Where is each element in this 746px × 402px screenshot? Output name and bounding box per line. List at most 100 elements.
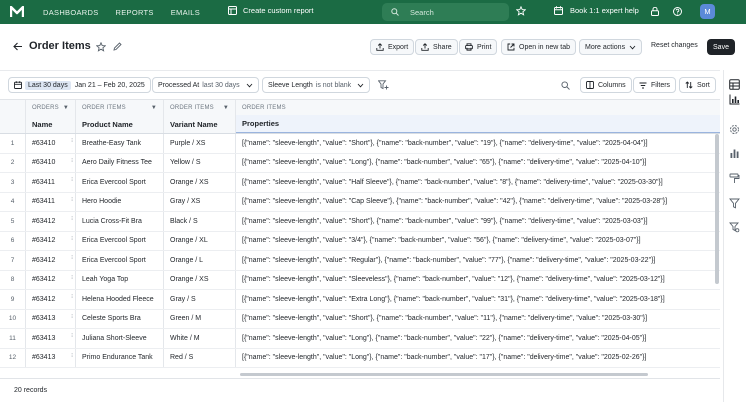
edit-pencil-icon[interactable] [113,42,122,53]
row-drilldown-icon[interactable]: ⁝ [71,157,73,164]
cell-order-name[interactable]: #63413 ⁝ [26,329,76,348]
row-drilldown-icon[interactable]: ⁝ [71,235,73,242]
cell-product-name[interactable]: Primo Endurance Tank [76,348,164,367]
cell-product-name[interactable]: Erica Evercool Sport [76,231,164,250]
cell-properties[interactable]: [{"name": "sleeve-length", "value": "Sho… [236,310,720,329]
cell-product-name[interactable]: Lucia Cross-Fit Bra [76,212,164,231]
favorites-star-icon[interactable] [515,5,527,18]
cell-variant-name[interactable]: Purple / XS [164,134,236,153]
column-header-product-name[interactable]: Product Name [76,115,164,133]
cell-variant-name[interactable]: Orange / XS [164,270,236,289]
cell-properties[interactable]: [{"name": "sleeve-length", "value": "Sle… [236,271,720,290]
row-drilldown-icon[interactable]: ⁝ [71,352,73,359]
cell-properties[interactable]: [{"name": "sleeve-length", "value": "Ext… [236,290,720,309]
cell-order-name[interactable]: #63412 ⁝ [26,251,76,270]
cell-product-name[interactable]: Juliana Short-Sleeve [76,329,164,348]
cell-order-name[interactable]: #63412 ⁝ [26,270,76,289]
row-drilldown-icon[interactable]: ⁝ [71,137,73,144]
cell-variant-name[interactable]: Orange / L [164,251,236,270]
cell-order-name[interactable]: #63413 ⁝ [26,309,76,328]
row-drilldown-icon[interactable]: ⁝ [71,176,73,183]
table-view-icon[interactable] [729,79,740,92]
back-arrow-icon[interactable] [13,42,23,53]
cell-order-name[interactable]: #63410 ⁝ [26,134,76,153]
table-row[interactable]: 5 #63412 ⁝ Lucia Cross-Fit Bra Black / S [{"n… [0,212,720,232]
table-row[interactable]: 9 #63412 ⁝ Helena Hooded Fleece Gray / S [{"n… [0,290,720,310]
caret-down-icon[interactable]: ▼ [63,105,69,111]
row-drilldown-icon[interactable]: ⁝ [71,274,73,281]
column-header-name[interactable]: Name [26,115,76,133]
cell-properties[interactable]: [{"name": "sleeve-length", "value": "Sho… [236,134,720,153]
cell-properties[interactable]: [{"name": "sleeve-length", "value": "3/4… [236,232,720,251]
app-logo-icon[interactable] [9,4,25,20]
group-header-order-items[interactable]: ORDER ITEMS ▼ [76,100,164,115]
cell-product-name[interactable]: Breathe-Easy Tank [76,134,164,153]
settings-gear-icon[interactable] [729,124,740,137]
share-button[interactable]: Share [415,39,458,55]
save-button[interactable]: Save [707,39,735,55]
row-drilldown-icon[interactable]: ⁝ [71,332,73,339]
table-row[interactable]: 10 #63413 ⁝ Celeste Sports Bra Green / M [{"n… [0,309,720,329]
nav-link-reports[interactable]: REPORTS [116,8,154,17]
chart-view-icon[interactable] [729,94,740,107]
sort-button[interactable]: Sort [679,77,716,93]
table-row[interactable]: 4 #63411 ⁝ Hero Hoodie Gray / XS [{"name": "s… [0,192,720,212]
caret-down-icon[interactable]: ▼ [151,105,157,111]
book-expert-help-button[interactable]: Book 1:1 expert help [554,6,639,15]
cell-variant-name[interactable]: Orange / XS [164,173,236,192]
date-range-filter[interactable]: Last 30 days Jan 21 – Feb 20, 2025 [8,77,151,93]
format-paint-icon[interactable] [729,173,740,186]
caret-down-icon[interactable]: ▼ [223,105,229,111]
cell-product-name[interactable]: Hero Hoodie [76,192,164,211]
user-avatar[interactable]: M [700,4,715,19]
bar-chart-icon[interactable] [729,148,740,161]
row-drilldown-icon[interactable]: ⁝ [71,293,73,300]
create-custom-report-button[interactable]: Create custom report [228,6,313,15]
processed-at-filter[interactable]: Processed At last 30 days [152,77,259,93]
help-icon[interactable] [673,7,682,18]
horizontal-scrollbar[interactable] [240,373,648,376]
cell-variant-name[interactable]: White / M [164,329,236,348]
sleeve-length-filter[interactable]: Sleeve Length is not blank [262,77,371,93]
cell-order-name[interactable]: #63412 ⁝ [26,231,76,250]
more-actions-button[interactable]: More actions [579,39,643,55]
cell-order-name[interactable]: #63413 ⁝ [26,348,76,367]
print-button[interactable]: Print [459,39,498,55]
filters-button[interactable]: Filters [633,77,677,93]
row-drilldown-icon[interactable]: ⁝ [71,196,73,203]
table-search-icon[interactable] [561,81,570,92]
group-header-order-items[interactable]: ORDER ITEMS ▼ [164,100,236,115]
cell-properties[interactable]: [{"name": "sleeve-length", "value": "Hal… [236,173,720,192]
cell-variant-name[interactable]: Orange / XL [164,231,236,250]
cell-order-name[interactable]: #63411 ⁝ [26,173,76,192]
cell-variant-name[interactable]: Black / S [164,212,236,231]
cell-variant-name[interactable]: Gray / S [164,290,236,309]
table-row[interactable]: 1 #63410 ⁝ Breathe-Easy Tank Purple / XS [{"n… [0,134,720,154]
cell-product-name[interactable]: Leah Yoga Top [76,270,164,289]
cell-product-name[interactable]: Celeste Sports Bra [76,309,164,328]
cell-product-name[interactable]: Aero Daily Fitness Tee [76,153,164,172]
cell-variant-name[interactable]: Red / S [164,348,236,367]
nav-link-dashboards[interactable]: DASHBOARDS [43,8,99,17]
cell-properties[interactable]: [{"name": "sleeve-length", "value": "Cap… [236,193,720,212]
cell-order-name[interactable]: #63412 ⁝ [26,290,76,309]
add-filter-icon[interactable] [377,80,389,92]
search-input[interactable]: Search [382,3,509,21]
table-row[interactable]: 11 #63413 ⁝ Juliana Short-Sleeve White / M [{… [0,329,720,349]
cell-order-name[interactable]: #63412 ⁝ [26,212,76,231]
cell-properties[interactable]: [{"name": "sleeve-length", "value": "Lon… [236,349,720,368]
cell-properties[interactable]: [{"name": "sleeve-length", "value": "Sho… [236,212,720,231]
table-row[interactable]: 6 #63412 ⁝ Erica Evercool Sport Orange / XL [… [0,231,720,251]
export-button[interactable]: Export [370,39,415,55]
cell-variant-name[interactable]: Yellow / S [164,153,236,172]
table-row[interactable]: 8 #63412 ⁝ Leah Yoga Top Orange / XS [{"name"… [0,270,720,290]
column-header-properties[interactable]: Properties [236,115,720,133]
group-header-order-items[interactable]: ORDER ITEMS [236,100,720,115]
column-header-variant-name[interactable]: Variant Name [164,115,236,133]
lock-icon[interactable] [651,6,659,18]
cell-properties[interactable]: [{"name": "sleeve-length", "value": "Reg… [236,251,720,270]
cell-product-name[interactable]: Helena Hooded Fleece [76,290,164,309]
funnel-filter-icon[interactable] [729,198,740,211]
open-in-new-tab-button[interactable]: Open in new tab [501,39,576,55]
cell-variant-name[interactable]: Gray / XS [164,192,236,211]
